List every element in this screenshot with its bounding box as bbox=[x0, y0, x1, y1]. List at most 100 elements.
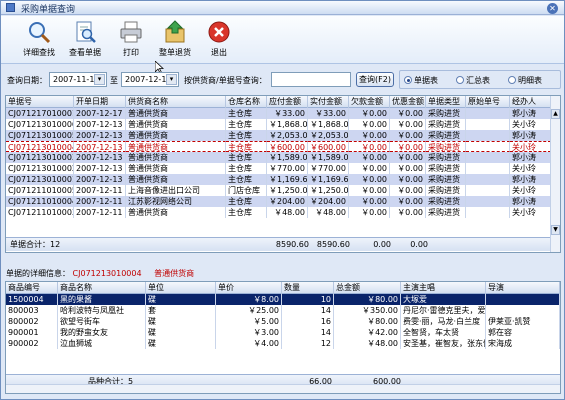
detail-cell: 800003 bbox=[6, 305, 58, 316]
order-cell: CJ071213010001 bbox=[8, 174, 74, 185]
detail-column-header[interactable]: 单位 bbox=[146, 282, 216, 294]
detail-order-number: CJ071213010004 bbox=[72, 269, 142, 278]
order-column-header[interactable]: 应付金额 bbox=[267, 96, 308, 108]
detail-row[interactable]: 900001 我的野蛮女友碟 ￥3.00 14 ￥42.00 全智贤，车太贤 郭在容 bbox=[6, 327, 560, 338]
order-cell: 2007-12-13 bbox=[74, 163, 126, 174]
order-row[interactable]: CJ071213010003 2007-12-13 普通供货商 主仓库 ￥1,589.0… bbox=[6, 152, 551, 163]
order-column-header[interactable]: 单据号 bbox=[6, 96, 74, 108]
order-cell: CJ071213010002 bbox=[8, 163, 74, 174]
detail-column-header[interactable]: 单价 bbox=[216, 282, 282, 294]
detail-search-button[interactable]: 详细查找 bbox=[19, 20, 59, 64]
order-row[interactable]: CJ071217010001 2007-12-17 普通供货商 主仓库 ￥33.00 ￥3… bbox=[6, 108, 551, 119]
exit-button[interactable]: 退出 bbox=[203, 20, 235, 64]
order-cell: ￥1,250.0 bbox=[310, 185, 349, 196]
order-cell: 2007-12-13 bbox=[74, 130, 126, 141]
order-row[interactable]: CJ071213010005 2007-12-13 普通供货商 主仓库 ￥2,053.0… bbox=[6, 130, 551, 141]
return-order-button[interactable]: 整单退货 bbox=[155, 20, 195, 64]
order-cell: 郭小涛 bbox=[510, 130, 551, 141]
detail-supplier: 普通供货商 bbox=[154, 269, 195, 278]
order-cell: ￥770.00 bbox=[308, 163, 349, 174]
radio-order-table[interactable]: 单据表 bbox=[404, 75, 438, 86]
detail-column-header[interactable]: 商品编号 bbox=[6, 282, 58, 294]
detail-cell: ￥350.00 bbox=[334, 305, 401, 316]
detail-column-header[interactable]: 主演主唱 bbox=[401, 282, 486, 294]
order-row[interactable]: CJ071211010004 2007-12-11 江苏影视网络公司 主仓库 ￥204.… bbox=[6, 196, 551, 207]
detail-cell: 10 bbox=[282, 294, 334, 305]
order-column-header[interactable]: 供货商名称 bbox=[126, 96, 226, 108]
detail-column-header[interactable]: 商品名称 bbox=[58, 282, 146, 294]
search-label: 按供货商/单据号查询： bbox=[184, 76, 267, 85]
search-input[interactable] bbox=[271, 72, 351, 87]
order-row[interactable]: CJ071211010005 2007-12-11 上海音像进出口公司 门店仓库 ￥1,… bbox=[6, 185, 551, 196]
date-label: 查询日期： bbox=[7, 76, 47, 85]
detail-search-label: 详细查找 bbox=[23, 48, 55, 57]
detail-horizontal-scrollbar[interactable] bbox=[6, 384, 560, 393]
toolbar: 详细查找 查看单据 打印 整单退货 退出 bbox=[1, 16, 564, 64]
order-cell: 2007-12-13 bbox=[74, 174, 126, 185]
order-column-header[interactable]: 实付金额 bbox=[308, 96, 349, 108]
query-button[interactable]: 查询(F2) bbox=[356, 72, 394, 87]
view-order-button[interactable]: 查看单据 bbox=[65, 20, 105, 64]
print-button[interactable]: 打印 bbox=[115, 20, 147, 64]
order-column-header[interactable]: 开单日期 bbox=[74, 96, 126, 108]
order-cell: 2007-12-11 bbox=[74, 207, 126, 218]
radio-detail-table[interactable]: 明细表 bbox=[508, 75, 542, 86]
chevron-down-icon[interactable]: ▾ bbox=[166, 74, 177, 85]
order-row[interactable]: CJ071213010004 2007-12-13 普通供货商 主仓库 ￥600.00 ￥… bbox=[6, 141, 551, 152]
order-cell: CJ071211010004 bbox=[8, 196, 74, 207]
order-cell: ￥600.00 bbox=[308, 141, 349, 152]
order-row[interactable]: CJ071213010001 2007-12-13 普通供货商 主仓库 ￥1,169.6… bbox=[6, 174, 551, 185]
detail-grid-header: 商品编号 商品名称 单位 单价 数量 总金额 主演主唱 导演 bbox=[6, 282, 560, 294]
order-column-header[interactable]: 原始单号 bbox=[466, 96, 510, 108]
order-cell: 采购进货 bbox=[426, 196, 466, 207]
order-grid-scrollbar[interactable]: ▲ ▼ bbox=[550, 96, 560, 252]
detail-column-header[interactable]: 导演 bbox=[486, 282, 560, 294]
detail-row[interactable]: 900002 泣血狮城碟 ￥4.00 12 ￥48.00 安圣基，崔智友，张东健 宋海成 bbox=[6, 338, 560, 349]
order-column-header[interactable]: 单据类型 bbox=[426, 96, 466, 108]
detail-row[interactable]: 1500004 黑的果酱碟 ￥8.00 10 ￥80.00 大塚爱 bbox=[6, 294, 560, 305]
order-column-header[interactable]: 欠款金额 bbox=[349, 96, 390, 108]
order-row[interactable]: CJ071213010006 2007-12-13 普通供货商 主仓库 ￥1,868.0… bbox=[6, 119, 551, 130]
order-column-header[interactable]: 仓库名称 bbox=[226, 96, 267, 108]
date-to-picker[interactable]: 2007-12-17 ▾ bbox=[121, 72, 179, 87]
detail-row[interactable]: 800003 哈利波特与凤凰社套 ￥25.00 14 ￥350.00 丹尼尔·雷德克里夫，… bbox=[6, 305, 560, 316]
order-cell: ￥33.00 bbox=[267, 108, 308, 119]
detail-row[interactable]: 800002 欲望号街车碟 ￥5.00 16 ￥80.00 费雯·丽，马龙·白兰度 伊莱亚·… bbox=[6, 316, 560, 327]
order-cell: CJ071213010003 bbox=[8, 152, 74, 163]
detail-grid: 商品编号 商品名称 单位 单价 数量 总金额 主演主唱 导演 1500004 黑的果酱碟 ￥8.0… bbox=[5, 281, 561, 394]
order-row[interactable]: CJ071211010003 2007-12-11 普通供货商 主仓库 ￥48.00 ￥4… bbox=[6, 207, 551, 218]
scroll-down-icon[interactable]: ▼ bbox=[551, 225, 560, 235]
order-column-header[interactable]: 经办人 bbox=[510, 96, 551, 108]
close-icon[interactable]: ✕ bbox=[547, 3, 558, 14]
order-cell: ￥0.00 bbox=[349, 108, 390, 119]
detail-cell: 14 bbox=[282, 305, 334, 316]
order-cell: ￥2,053.0 bbox=[269, 130, 308, 141]
order-cell: 采购进货 bbox=[426, 207, 466, 218]
order-cell: 2007-12-13 bbox=[74, 119, 126, 130]
order-cell: 2007-12-13 bbox=[74, 152, 126, 163]
document-magnifier-icon bbox=[76, 21, 96, 43]
order-cell: 主仓库 bbox=[226, 130, 267, 141]
order-cell: ￥0.00 bbox=[390, 174, 426, 185]
order-column-header[interactable]: 优惠金额 bbox=[390, 96, 426, 108]
order-row[interactable]: CJ071213010002 2007-12-13 普通供货商 主仓库 ￥770.00 ￥… bbox=[6, 163, 551, 174]
order-cell: CJ071213010006 bbox=[8, 119, 74, 130]
order-cell bbox=[466, 185, 510, 196]
exit-label: 退出 bbox=[211, 48, 227, 57]
scroll-up-icon[interactable]: ▲ bbox=[551, 109, 560, 119]
detail-cell: ￥8.00 bbox=[216, 294, 282, 305]
detail-cell: ￥42.00 bbox=[334, 327, 401, 338]
order-cell: ￥0.00 bbox=[349, 207, 390, 218]
detail-cell: 郭在容 bbox=[486, 327, 560, 338]
chevron-down-icon[interactable]: ▾ bbox=[94, 74, 105, 85]
radio-order-table-label: 单据表 bbox=[414, 76, 438, 85]
detail-cell: ￥80.00 bbox=[334, 294, 401, 305]
detail-column-header[interactable]: 数量 bbox=[282, 282, 334, 294]
order-cell: ￥0.00 bbox=[390, 108, 426, 119]
order-cell: 普通供货商 bbox=[126, 130, 226, 141]
detail-column-header[interactable]: 总金额 bbox=[334, 282, 401, 294]
date-from-picker[interactable]: 2007-11-17 ▾ bbox=[49, 72, 107, 87]
order-cell: CJ071211010005 bbox=[8, 185, 74, 196]
paid-total: 8590.60 bbox=[316, 240, 350, 249]
radio-summary-table[interactable]: 汇总表 bbox=[456, 75, 490, 86]
